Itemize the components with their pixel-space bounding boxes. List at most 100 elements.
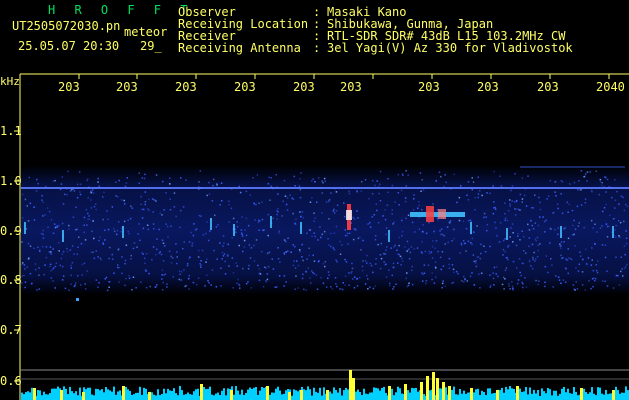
noise-speckle <box>75 206 77 209</box>
power-noise-bar <box>551 395 553 400</box>
noise-speckle <box>348 192 351 195</box>
noise-speckle <box>615 274 618 277</box>
noise-speckle <box>504 202 506 204</box>
noise-speckle <box>385 276 388 278</box>
noise-speckle <box>623 220 625 223</box>
noise-speckle <box>232 272 235 274</box>
noise-speckle <box>215 226 218 228</box>
noise-speckle <box>475 262 477 264</box>
noise-speckle <box>383 261 385 263</box>
power-noise-bar <box>89 387 91 400</box>
noise-speckle <box>369 221 371 224</box>
noise-speckle <box>400 263 402 266</box>
noise-speckle <box>231 237 233 239</box>
noise-speckle <box>256 174 259 176</box>
power-noise-bar <box>347 389 349 400</box>
noise-speckle <box>24 286 26 289</box>
noise-speckle <box>517 235 519 237</box>
power-noise-bar <box>557 395 559 400</box>
noise-speckle <box>573 219 575 222</box>
noise-speckle <box>199 263 201 265</box>
noise-speckle <box>335 191 338 193</box>
noise-speckle <box>70 264 72 267</box>
noise-speckle <box>425 282 427 285</box>
noise-speckle <box>587 257 590 259</box>
noise-speckle <box>99 236 101 238</box>
noise-speckle <box>167 236 169 238</box>
noise-speckle <box>431 245 434 248</box>
noise-speckle <box>450 282 453 285</box>
power-noise-bar <box>509 386 511 400</box>
power-noise-bar <box>453 386 455 400</box>
power-noise-bar <box>223 388 225 400</box>
noise-speckle <box>496 266 498 268</box>
noise-speckle <box>499 175 501 177</box>
frequency-unit: kHz <box>0 75 20 88</box>
noise-speckle <box>483 212 486 215</box>
noise-speckle <box>113 272 115 274</box>
power-noise-bar <box>537 390 539 400</box>
noise-speckle <box>440 228 443 230</box>
noise-speckle <box>97 256 99 258</box>
noise-speckle <box>458 196 461 199</box>
noise-speckle <box>148 272 150 275</box>
noise-speckle <box>313 232 315 234</box>
noise-speckle <box>152 246 155 248</box>
noise-speckle <box>281 215 283 217</box>
noise-speckle <box>306 232 308 235</box>
noise-speckle <box>465 250 467 252</box>
power-noise-bar <box>619 393 621 400</box>
noise-speckle <box>504 269 507 272</box>
noise-speckle <box>412 209 415 211</box>
noise-speckle <box>626 263 628 266</box>
noise-speckle <box>515 244 518 247</box>
noise-speckle <box>66 247 68 250</box>
noise-speckle <box>111 253 113 256</box>
power-noise-bar <box>577 395 579 400</box>
noise-speckle <box>292 244 294 246</box>
power-noise-bar <box>545 393 547 400</box>
noise-speckle <box>263 266 266 268</box>
noise-speckle <box>434 261 437 263</box>
noise-speckle <box>61 222 64 225</box>
power-noise-bar <box>521 392 523 400</box>
power-noise-bar <box>139 386 141 400</box>
noise-speckle <box>327 200 330 203</box>
noise-speckle <box>622 275 624 277</box>
noise-speckle <box>547 271 549 274</box>
noise-speckle <box>296 260 298 262</box>
power-noise-bar <box>439 388 441 400</box>
power-noise-bar <box>65 388 67 400</box>
noise-speckle <box>106 210 108 212</box>
noise-speckle <box>115 181 117 183</box>
noise-speckle <box>76 183 79 186</box>
power-noise-bar <box>241 389 243 400</box>
noise-speckle <box>502 239 505 242</box>
noise-speckle <box>508 285 510 287</box>
noise-speckle <box>130 205 132 208</box>
noise-speckle <box>535 258 537 260</box>
noise-speckle <box>484 251 487 253</box>
noise-speckle <box>374 184 376 187</box>
noise-speckle <box>473 260 475 263</box>
noise-speckle <box>517 233 519 235</box>
noise-speckle <box>317 177 320 179</box>
noise-speckle <box>249 257 252 259</box>
noise-speckle <box>198 249 200 252</box>
power-noise-bar <box>31 387 33 400</box>
noise-speckle <box>391 209 393 211</box>
noise-speckle <box>244 229 246 231</box>
noise-speckle <box>567 272 569 275</box>
noise-speckle <box>351 262 353 265</box>
noise-speckle <box>524 277 526 279</box>
power-noise-bar <box>101 389 103 400</box>
noise-speckle <box>124 284 126 287</box>
power-noise-bar <box>527 394 529 400</box>
noise-speckle <box>444 174 446 176</box>
noise-speckle <box>555 180 557 183</box>
noise-speckle <box>563 241 565 243</box>
noise-speckle <box>393 286 395 288</box>
noise-speckle <box>70 283 72 285</box>
power-noise-bar <box>329 391 331 400</box>
noise-speckle <box>261 218 264 221</box>
